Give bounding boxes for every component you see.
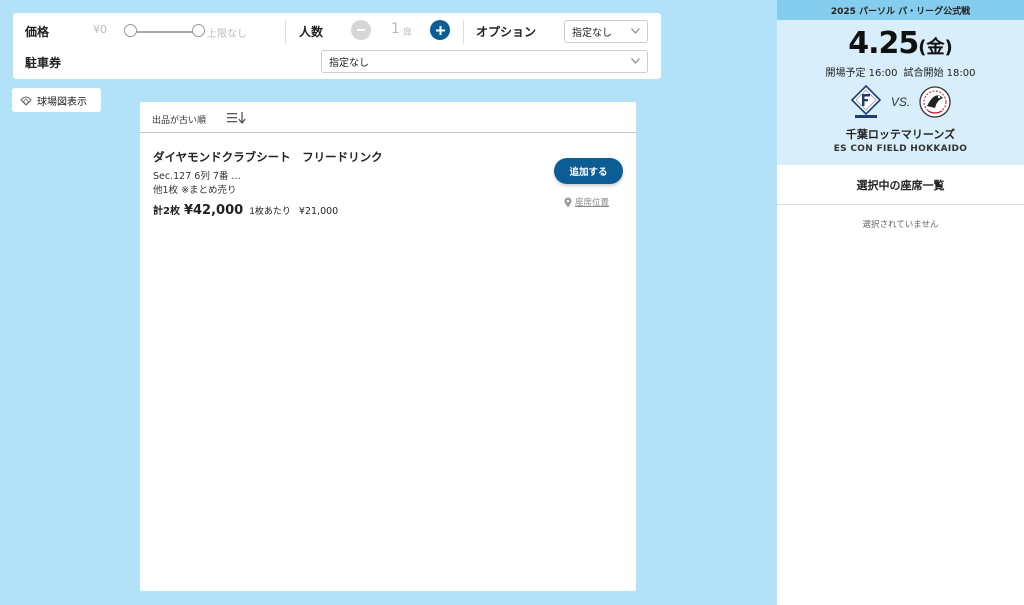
sort-label[interactable]: 出品が古い順 xyxy=(152,113,206,126)
listing-title: ダイヤモンドクラブシート フリードリンク xyxy=(153,150,383,164)
event-header: 2025 パーソル パ・リーグ公式戦 xyxy=(777,0,1024,20)
parking-label: 駐車券 xyxy=(25,56,62,70)
listing-price-row: 計2枚 ¥42,000 1枚あたり ¥21,000 xyxy=(153,202,338,218)
price-slider-track[interactable] xyxy=(131,31,199,33)
venue-name: ES CON FIELD HOKKAIDO xyxy=(833,144,968,154)
filter-panel: 価格 ¥0 上限なし 人数 1 席 オプション 指定なし 駐車券 指定なし xyxy=(13,13,661,79)
listing-count: 計2枚 xyxy=(153,206,180,217)
listing-total-price: ¥42,000 xyxy=(183,203,244,218)
stadium-map-button[interactable]: 球場図表示 xyxy=(12,88,101,112)
event-sidebar: 2025 パーソル パ・リーグ公式戦 4.25(金) 開場予定 16:00 試合開… xyxy=(777,0,1024,605)
chevron-down-icon xyxy=(631,27,640,34)
price-slider-max-handle[interactable] xyxy=(192,24,205,37)
marines-logo xyxy=(919,86,951,118)
stadium-map-label: 球場図表示 xyxy=(37,96,87,108)
seat-location-label: 座席位置 xyxy=(575,198,610,208)
listing-panel: 出品が古い順 ダイヤモンドクラブシート フリードリンク Sec.127 6列 7… xyxy=(140,102,636,591)
plus-icon xyxy=(435,25,445,35)
divider xyxy=(463,20,464,44)
stadium-icon xyxy=(20,96,32,106)
listing-per-price: ¥21,000 xyxy=(298,206,339,217)
opponent-name: 千葉ロッテマリーンズ xyxy=(845,128,956,141)
fighters-logo xyxy=(850,84,881,118)
people-unit: 席 xyxy=(403,28,413,38)
price-max-value: 上限なし xyxy=(207,29,247,40)
listing-item: ダイヤモンドクラブシート フリードリンク Sec.127 6列 7番 … 他1枚… xyxy=(140,134,636,224)
option-select-value: 指定なし xyxy=(572,28,612,39)
chevron-down-icon xyxy=(631,57,640,64)
vs-label: VS. xyxy=(890,95,911,109)
add-button[interactable]: 追加する xyxy=(554,158,623,184)
team-matchup: VS. xyxy=(777,84,1024,120)
listing-extra: 他1枚 ※まとめ売り xyxy=(153,185,237,196)
parking-select[interactable]: 指定なし xyxy=(321,50,648,73)
people-label: 人数 xyxy=(299,25,324,39)
event-times: 開場予定 16:00 試合開始 18:00 xyxy=(777,64,1024,79)
event-date: 4.25 xyxy=(848,26,919,61)
parking-select-value: 指定なし xyxy=(329,58,369,69)
listing-section: Sec.127 6列 7番 … xyxy=(153,171,241,182)
decrease-people-button[interactable] xyxy=(351,20,371,40)
selected-seats-title: 選択中の座席一覧 xyxy=(777,165,1024,205)
sort-icon[interactable] xyxy=(226,111,248,124)
start-time: 試合開始 18:00 xyxy=(903,68,976,79)
price-label: 価格 xyxy=(25,25,50,39)
map-pin-icon xyxy=(564,197,572,207)
open-time: 開場予定 16:00 xyxy=(825,68,898,79)
event-card: 4.25(金) 開場予定 16:00 試合開始 18:00 VS. 千葉ロッテマ… xyxy=(777,20,1024,165)
minus-icon xyxy=(357,29,365,31)
increase-people-button[interactable] xyxy=(430,20,450,40)
divider xyxy=(285,20,286,44)
people-count: 1 xyxy=(391,21,400,37)
price-slider-min-handle[interactable] xyxy=(124,24,137,37)
option-select[interactable]: 指定なし xyxy=(564,20,648,43)
event-date-row: 4.25(金) xyxy=(777,26,1024,61)
seat-location-link[interactable]: 座席位置 xyxy=(564,196,609,208)
sort-bar: 出品が古い順 xyxy=(140,102,636,133)
selected-seats-empty: 選択されていません xyxy=(862,220,939,230)
listing-per-label: 1枚あたり xyxy=(249,207,291,217)
price-min-value: ¥0 xyxy=(93,23,107,36)
option-label: オプション xyxy=(476,25,537,39)
event-weekday: (金) xyxy=(918,37,953,58)
